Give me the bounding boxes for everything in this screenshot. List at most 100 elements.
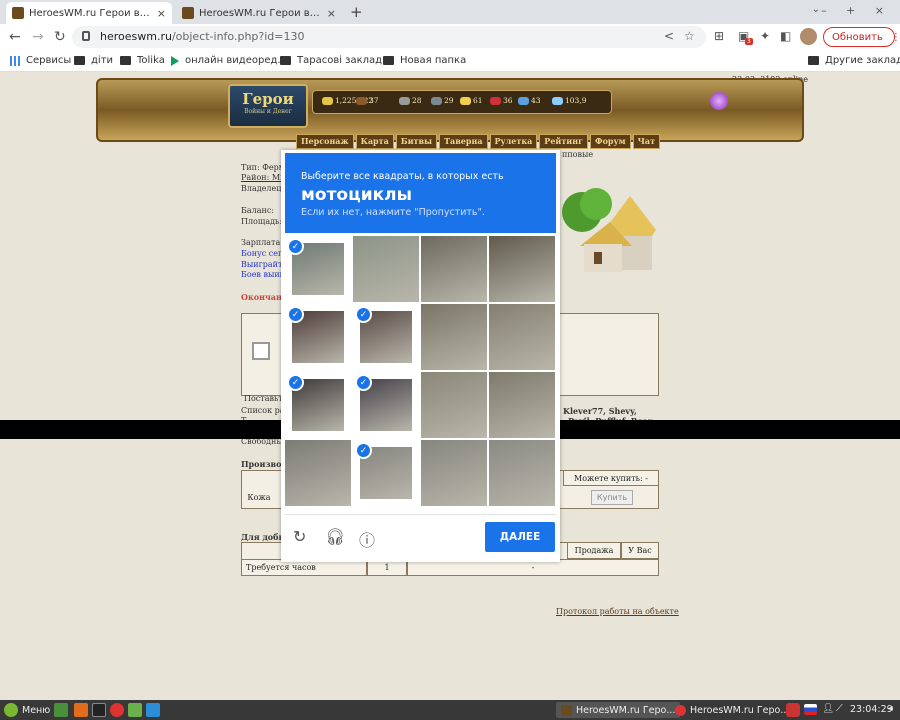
next-button[interactable]: ДАЛЕЕ <box>485 522 555 552</box>
menu-character[interactable]: Персонаж <box>296 134 354 149</box>
files-folder-icon[interactable] <box>128 703 142 717</box>
captcha-tile[interactable] <box>489 440 555 506</box>
captcha-tile[interactable] <box>489 236 555 302</box>
terminal-icon[interactable] <box>92 703 106 717</box>
extension-grid-icon[interactable]: ⊞ <box>714 29 724 43</box>
object-type: Тип: Ферм <box>241 163 285 172</box>
volume-icon[interactable]: ◂ <box>888 703 893 714</box>
language-flag-icon[interactable] <box>804 704 817 715</box>
browser-tab-1[interactable]: HeroesWM.ru Герои войны и ... × <box>6 2 172 24</box>
captcha-instruction: Выберите все квадраты, в которых есть <box>301 171 504 182</box>
resource-value: 28 <box>412 96 422 105</box>
resource-value: 37 <box>369 96 379 105</box>
captcha-tile[interactable]: ✓ <box>285 372 351 438</box>
bookmark-folder-taras[interactable]: Тарасові закладки <box>280 55 395 66</box>
bookmark-folder-new[interactable]: Новая папка <box>383 55 466 66</box>
start-menu-button[interactable]: Меню <box>4 703 50 717</box>
share-icon[interactable]: < <box>664 29 674 43</box>
chrome-icon[interactable] <box>110 703 124 717</box>
street-photo-tile <box>489 440 555 506</box>
buy-button[interactable]: Купить <box>591 490 633 505</box>
bookmark-folder-kids[interactable]: діти <box>74 55 113 66</box>
resource-item: 103,9 <box>552 96 586 105</box>
taskbar-clock[interactable]: 23:04:29 <box>850 704 893 715</box>
object-balance: Баланс: <box>241 206 275 215</box>
object-salary: Зарплата: <box>241 238 283 247</box>
reload-icon[interactable]: ↻ <box>54 29 66 45</box>
workers-list-names: Klever77, Shevy, <box>563 406 637 416</box>
taskbar-window-1[interactable]: HeroesWM.ru Геро... <box>556 702 681 718</box>
game-logo[interactable]: Герои Войны и Денег <box>228 84 308 128</box>
settings-app-icon[interactable] <box>74 703 88 717</box>
other-bookmarks[interactable]: Другие закладки <box>808 55 900 66</box>
folder-icon <box>74 56 85 65</box>
browser-tab-2[interactable]: HeroesWM.ru Герои войны и ... × <box>176 2 342 24</box>
close-tab-icon[interactable]: × <box>327 7 336 20</box>
close-tab-icon[interactable]: × <box>157 7 166 20</box>
reload-challenge-icon[interactable]: ↻ <box>293 527 306 546</box>
resource-value: 29 <box>444 96 454 105</box>
back-arrow-icon[interactable]: ← <box>9 29 21 45</box>
shield-icon[interactable] <box>786 703 800 717</box>
puzzle-icon[interactable]: ✦ <box>760 29 770 43</box>
captcha-hint: Если их нет, нажмите "Пропустить". <box>301 207 485 218</box>
new-tab-button[interactable]: + <box>350 3 363 21</box>
battles-link[interactable]: Боев выиг <box>241 270 284 279</box>
captcha-tile[interactable] <box>421 236 487 302</box>
info-icon[interactable]: ⓘ <box>359 527 375 551</box>
folder-icon <box>120 56 131 65</box>
captcha-tile[interactable]: ✓ <box>285 236 351 302</box>
show-desktop-icon[interactable] <box>54 703 68 717</box>
captcha-tile[interactable] <box>489 372 555 438</box>
captcha-tile[interactable]: ✓ <box>353 440 419 506</box>
side-panel-icon[interactable]: ◧ <box>780 29 791 43</box>
captcha-tile[interactable] <box>285 440 351 506</box>
captcha-tile[interactable] <box>421 440 487 506</box>
menu-roulette[interactable]: Рулетка <box>489 134 538 149</box>
captcha-tile[interactable]: ✓ <box>353 372 419 438</box>
protocol-link[interactable]: Протокол работы на объекте <box>556 607 679 616</box>
address-bar[interactable]: heroeswm.ru/object-info.php?id=130 < ☆ <box>72 26 706 48</box>
folder-icon <box>808 56 819 65</box>
for-mining-label: Для добы <box>241 532 287 542</box>
bookmark-folder-tolika[interactable]: Tolika <box>120 55 165 66</box>
update-button[interactable]: Обновить ⋮ <box>823 27 900 47</box>
recaptcha-checkbox[interactable] <box>252 342 270 360</box>
captcha-tile[interactable] <box>353 236 419 302</box>
forward-arrow-icon[interactable]: → <box>32 29 44 45</box>
profile-avatar[interactable] <box>800 28 817 45</box>
window-controls[interactable]: – + × <box>821 4 892 17</box>
network-icon[interactable]: ⟋ <box>836 703 843 714</box>
taskbar-window-2[interactable]: HeroesWM.ru Геро... <box>670 702 794 718</box>
object-district[interactable]: Район: Mi <box>241 173 283 182</box>
resource-value: 61 <box>473 96 483 105</box>
captcha-tile[interactable] <box>421 304 487 370</box>
url-text: heroeswm.ru/object-info.php?id=130 <box>100 30 305 43</box>
menu-battles[interactable]: Битвы <box>395 134 438 149</box>
user-icon[interactable]: 👤︎ <box>822 703 834 714</box>
bookmark-star-icon[interactable]: ☆ <box>684 29 695 43</box>
heroes-favicon-icon <box>182 7 194 19</box>
menu-rating[interactable]: Рейтинг <box>539 134 588 149</box>
more-menu-icon: ⋮ <box>890 31 900 43</box>
street-photo-tile <box>285 440 351 506</box>
tab-search-icon[interactable]: ⌄ <box>812 4 820 15</box>
browser-toolbar: ← → ↻ heroeswm.ru/object-info.php?id=130… <box>0 24 900 50</box>
menu-chat[interactable]: Чат <box>632 134 661 149</box>
captcha-tile[interactable]: ✓ <box>353 304 419 370</box>
menu-tavern[interactable]: Таверна <box>439 134 488 149</box>
lock-icon <box>82 31 90 41</box>
bookmark-video-editor[interactable]: онлайн видеоред... <box>171 55 287 66</box>
skype-icon[interactable] <box>146 703 160 717</box>
bookmark-services[interactable]: Сервисы <box>10 55 71 66</box>
tab-strip: HeroesWM.ru Герои войны и ... × HeroesWM… <box>0 0 900 24</box>
checkmark-icon: ✓ <box>287 238 304 255</box>
captcha-tile[interactable] <box>421 372 487 438</box>
captcha-tile[interactable] <box>489 304 555 370</box>
menu-map[interactable]: Карта <box>355 134 394 149</box>
resource-item: 61 <box>460 96 483 105</box>
captcha-tile[interactable]: ✓ <box>285 304 351 370</box>
street-photo-tile <box>421 236 487 302</box>
menu-forum[interactable]: Форум <box>589 134 631 149</box>
audio-headphones-icon[interactable]: 🎧︎ <box>325 527 345 546</box>
